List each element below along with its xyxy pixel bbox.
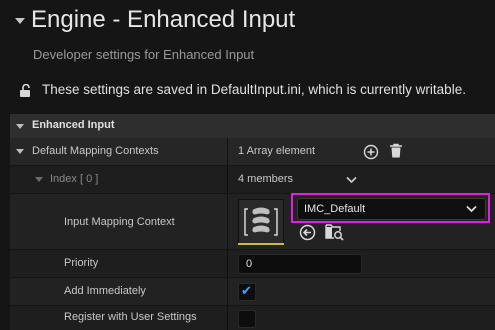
collapse-arrow-icon[interactable] — [15, 18, 25, 24]
page-title: Engine - Enhanced Input — [31, 6, 296, 33]
asset-type-color-bar — [238, 243, 284, 245]
config-saved-notice: These settings are saved in DefaultInput… — [42, 82, 466, 97]
highlight-box — [291, 193, 490, 223]
member-count-text: 4 members — [238, 173, 294, 185]
chevron-down-icon — [16, 124, 24, 129]
chevron-down-icon[interactable] — [346, 176, 357, 184]
page-subtitle: Developer settings for Enhanced Input — [33, 47, 255, 62]
chevron-down-icon[interactable] — [16, 149, 24, 154]
browse-to-asset-icon[interactable] — [299, 224, 316, 241]
unlocked-lock-icon — [20, 84, 30, 97]
priority-value: 0 — [246, 258, 253, 270]
section-label: Enhanced Input — [32, 119, 115, 131]
property-label: Priority — [64, 257, 99, 269]
asset-thumbnail[interactable] — [238, 199, 284, 245]
array-index-label: Index [ 0 ] — [50, 173, 99, 185]
property-label: Input Mapping Context — [64, 216, 175, 228]
input-mapping-context-asset-icon — [244, 206, 278, 236]
checkmark-icon: ✔ — [241, 283, 252, 298]
property-label: Register with User Settings — [64, 311, 197, 323]
section-header-enhanced-input[interactable]: Enhanced Input — [10, 114, 495, 138]
chevron-down-icon[interactable] — [35, 177, 43, 182]
register-user-settings-checkbox[interactable] — [238, 310, 256, 328]
property-label: Default Mapping Contexts — [32, 145, 159, 157]
property-row-default-mapping-contexts: Default Mapping Contexts 1 Array element — [10, 138, 495, 165]
priority-input[interactable]: 0 — [238, 254, 362, 274]
settings-title-bar: Engine - Enhanced Input — [0, 0, 495, 46]
add-immediately-checkbox[interactable]: ✔ — [238, 283, 256, 301]
property-row-index-0: Index [ 0 ] 4 members — [10, 166, 495, 193]
trash-icon[interactable] — [389, 143, 403, 159]
array-count-text: 1 Array element — [238, 145, 316, 157]
property-label: Add Immediately — [64, 285, 146, 297]
find-in-content-browser-icon[interactable] — [325, 223, 344, 241]
plus-circle-icon[interactable] — [363, 144, 379, 160]
